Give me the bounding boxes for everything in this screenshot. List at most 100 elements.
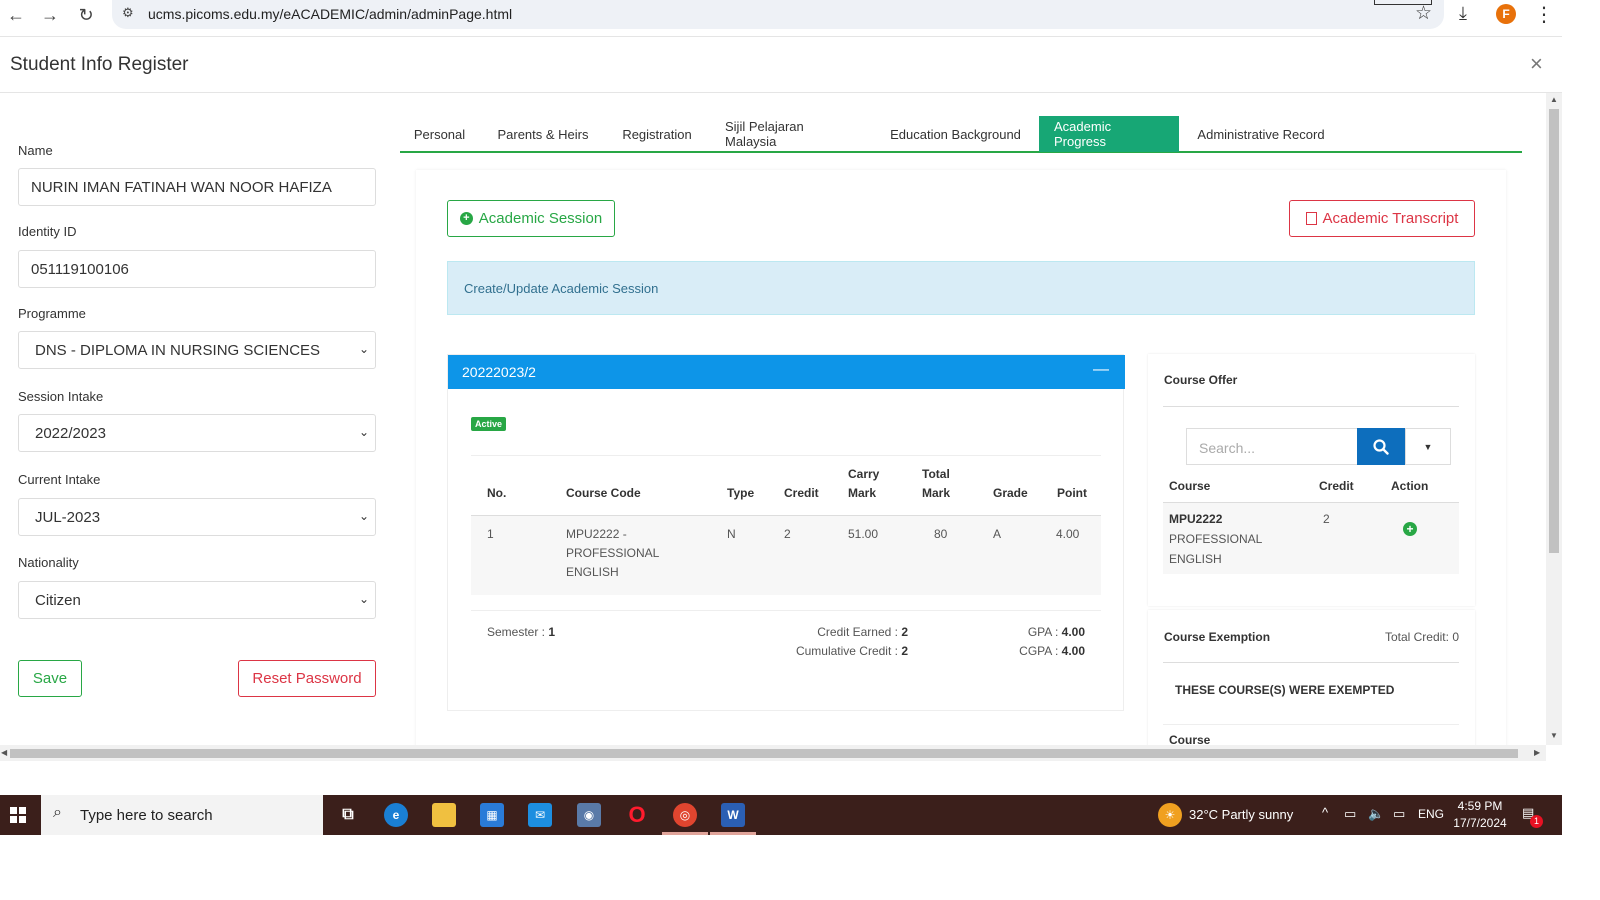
mail-icon[interactable]: ✉ <box>528 803 552 827</box>
cumulative-credit-info: Cumulative Credit : 2 <box>796 644 908 658</box>
search-button[interactable] <box>1357 428 1405 465</box>
session-intake-label: Session Intake <box>18 389 104 404</box>
course-offer-title: Course Offer <box>1164 373 1238 387</box>
scroll-up-icon[interactable]: ▲ <box>1550 95 1558 104</box>
cell-code-1: MPU2222 - <box>566 527 627 541</box>
cell-type: N <box>727 527 736 541</box>
word-icon[interactable]: W <box>721 803 745 827</box>
name-label: Name <box>18 143 53 158</box>
gpa-label: GPA : <box>1027 625 1062 639</box>
camera-icon[interactable]: ◉ <box>577 803 601 827</box>
course-search-input[interactable]: Search... <box>1186 428 1358 465</box>
chevron-down-icon: ⌄ <box>358 342 369 356</box>
reload-icon[interactable]: ↻ <box>73 2 99 28</box>
tab-personal[interactable]: Personal <box>400 116 479 152</box>
scroll-down-icon[interactable]: ▼ <box>1550 731 1558 740</box>
taskbar-search-box[interactable]: ⌕ Type here to search <box>41 795 323 835</box>
table-divider <box>471 455 1101 456</box>
windows-start-icon[interactable] <box>10 807 26 823</box>
session-intake-select[interactable]: 2022/2023 ⌄ <box>18 414 376 452</box>
horizontal-scroll-thumb[interactable] <box>10 749 1518 758</box>
cell-carry: 51.00 <box>848 527 879 541</box>
name-field[interactable]: NURIN IMAN FATINAH WAN NOOR HAFIZA <box>18 168 376 206</box>
tab-administrative-record[interactable]: Administrative Record <box>1181 116 1341 152</box>
identity-label: Identity ID <box>18 224 77 239</box>
weather-text[interactable]: 32°C Partly sunny <box>1189 807 1293 822</box>
offer-col-credit: Credit <box>1319 479 1354 493</box>
download-icon[interactable]: ⤓ <box>1459 3 1467 24</box>
session-name: 20222023/2 <box>462 364 536 380</box>
col-credit: Credit <box>784 486 819 500</box>
browser-toolbar: ← → ↻ ⚙ ucms.picoms.edu.my/eACADEMIC/adm… <box>0 0 1600 30</box>
nationality-label: Nationality <box>18 555 79 570</box>
col-grade: Grade <box>993 486 1028 500</box>
clock-time[interactable]: 4:59 PM <box>1450 798 1510 814</box>
semester-value: 1 <box>548 625 556 639</box>
exemption-total-credit: Total Credit: 0 <box>1384 630 1459 644</box>
search-dropdown-button[interactable]: ▼ <box>1405 428 1451 465</box>
language-indicator[interactable]: ENG <box>1418 807 1444 821</box>
file-explorer-icon[interactable] <box>432 803 456 827</box>
address-bar[interactable]: ⚙ ucms.picoms.edu.my/eACADEMIC/admin/adm… <box>112 0 1444 29</box>
edge-icon[interactable]: e <box>384 803 408 827</box>
credit-earned-label: Credit Earned : <box>817 625 902 639</box>
identity-field[interactable]: 051119100106 <box>18 250 376 288</box>
store-icon[interactable]: ▦ <box>480 803 504 827</box>
reset-password-button[interactable]: Reset Password <box>238 660 376 697</box>
battery-icon[interactable]: ▭ <box>1393 806 1405 822</box>
tab-academic-progress[interactable]: Academic Progress <box>1039 116 1179 152</box>
chevron-up-icon[interactable]: ^ <box>1322 805 1328 820</box>
vertical-scroll-thumb[interactable] <box>1549 109 1559 553</box>
chevron-down-icon: ⌄ <box>358 509 369 523</box>
cell-code-3: ENGLISH <box>566 565 619 579</box>
tab-parents-heirs[interactable]: Parents & Heirs <box>482 116 604 152</box>
task-view-icon[interactable]: ⧉ <box>336 803 360 827</box>
back-icon[interactable]: ← <box>3 2 29 28</box>
programme-select[interactable]: DNS - DIPLOMA IN NURSING SCIENCES ⌄ <box>18 331 376 369</box>
session-header[interactable]: 20222023/2 — <box>448 355 1125 389</box>
chrome-icon[interactable]: ◎ <box>673 803 697 827</box>
volume-icon[interactable]: 🔈 <box>1368 806 1384 822</box>
cell-code-2: PROFESSIONAL <box>566 546 660 560</box>
current-intake-select[interactable]: JUL-2023 ⌄ <box>18 498 376 536</box>
credit-earned-info: Credit Earned : 2 <box>817 625 908 639</box>
cumulative-credit-label: Cumulative Credit : <box>795 644 902 658</box>
clock-date[interactable]: 17/7/2024 <box>1450 815 1510 831</box>
academic-session-label: Academic Session <box>478 210 603 227</box>
vertical-scrollbar[interactable]: ▲ ▼ <box>1546 93 1562 745</box>
weather-icon[interactable]: ☀ <box>1158 803 1182 827</box>
opera-icon[interactable]: O <box>625 802 649 827</box>
bookmark-star-icon[interactable]: ☆ <box>1415 2 1432 25</box>
offer-divider <box>1163 406 1459 407</box>
create-session-alert[interactable]: Create/Update Academic Session <box>447 261 1475 315</box>
tab-spm[interactable]: Sijil Pelajaran Malaysia <box>710 116 872 152</box>
tab-education-background[interactable]: Education Background <box>875 116 1036 152</box>
session-intake-value: 2022/2023 <box>35 425 106 442</box>
add-course-icon[interactable]: + <box>1403 522 1417 536</box>
academic-session-button[interactable]: + Academic Session <box>447 200 615 237</box>
network-icon[interactable]: ▭ <box>1344 806 1356 822</box>
taskbar-search-text: Type here to search <box>80 807 213 824</box>
nationality-select[interactable]: Citizen ⌄ <box>18 581 376 619</box>
horizontal-scrollbar[interactable]: ◀ ▶ <box>0 745 1546 761</box>
cell-credit: 2 <box>784 527 791 541</box>
collapse-icon[interactable]: — <box>1093 361 1109 379</box>
save-button[interactable]: Save <box>18 660 82 697</box>
tab-bar: Personal Parents & Heirs Registration Si… <box>400 116 1522 153</box>
site-settings-icon[interactable]: ⚙ <box>122 5 134 21</box>
scroll-left-icon[interactable]: ◀ <box>1 748 7 757</box>
url-text[interactable]: ucms.picoms.edu.my/eACADEMIC/admin/admin… <box>148 6 512 22</box>
exemption-table-divider <box>1163 724 1459 725</box>
notification-count: 1 <box>1530 815 1543 828</box>
forward-icon[interactable]: → <box>37 2 63 28</box>
browser-menu-icon[interactable]: ⋮ <box>1534 2 1554 27</box>
tab-registration[interactable]: Registration <box>607 116 707 152</box>
current-intake-value: JUL-2023 <box>35 509 101 526</box>
academic-transcript-button[interactable]: Academic Transcript <box>1289 200 1475 237</box>
modal-header: Student Info Register × <box>0 36 1562 93</box>
course-exemption-title: Course Exemption <box>1164 630 1271 644</box>
gpa-info: GPA : 4.00 <box>1028 625 1085 639</box>
profile-avatar[interactable]: F <box>1496 4 1516 24</box>
scroll-right-icon[interactable]: ▶ <box>1534 748 1540 757</box>
close-icon[interactable]: × <box>1530 51 1543 77</box>
